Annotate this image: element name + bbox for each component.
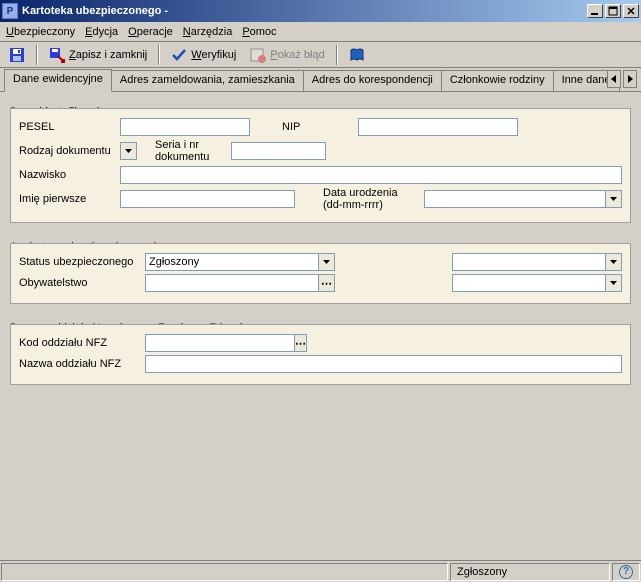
- nazwa-label: Nazwa oddziału NFZ: [19, 358, 139, 370]
- menu-pomoc[interactable]: Pomoc: [242, 26, 276, 38]
- group-atrybuty: Status ubezpieczonego Obywatelstwo ⋯: [10, 243, 631, 304]
- imie-label: Imię pierwsze: [19, 193, 114, 205]
- show-error-button[interactable]: Pokaż błąd: [245, 44, 329, 66]
- tab-label: Adres zameldowania, zamieszkania: [120, 74, 295, 86]
- rodzaj-combo[interactable]: [120, 142, 137, 160]
- title-bar: P Kartoteka ubezpieczonego -: [0, 0, 641, 22]
- chevron-down-icon[interactable]: [605, 253, 622, 271]
- nazwisko-input[interactable]: [120, 166, 622, 184]
- chevron-down-icon[interactable]: [120, 142, 137, 160]
- tab-scroll-left[interactable]: [607, 70, 621, 88]
- statusbar-help[interactable]: ?: [612, 563, 640, 581]
- obyw-lookup[interactable]: ⋯: [145, 274, 335, 292]
- obyw-label: Obywatelstwo: [19, 277, 139, 289]
- status-combo-2[interactable]: [452, 253, 622, 271]
- floppy-icon: [9, 47, 25, 63]
- tab-label: Dane ewidencyjne: [13, 73, 103, 85]
- separator: [158, 45, 160, 65]
- menu-narzedzia[interactable]: Narzędzia: [183, 26, 233, 38]
- check-icon: [171, 47, 187, 63]
- menu-operacje[interactable]: Operacje: [128, 26, 173, 38]
- maximize-button[interactable]: [605, 4, 621, 18]
- chevron-down-icon[interactable]: [605, 190, 622, 208]
- menu-bar: Ubezpieczony Edycja Operacje Narzędzia P…: [0, 22, 641, 42]
- kod-lookup[interactable]: ⋯: [145, 334, 295, 352]
- save-close-button[interactable]: Zapisz i zamknij: [44, 44, 152, 66]
- tab-adres-zameldowania[interactable]: Adres zameldowania, zamieszkania: [111, 70, 304, 91]
- tab-dane-ewidencyjne[interactable]: Dane ewidencyjne: [4, 69, 112, 92]
- pesel-input[interactable]: [120, 118, 250, 136]
- save-close-icon: [49, 47, 65, 63]
- minimize-button[interactable]: [587, 4, 603, 18]
- chevron-down-icon[interactable]: [605, 274, 622, 292]
- obyw-input-2[interactable]: [452, 274, 605, 292]
- data-urodzenia-combo[interactable]: [424, 190, 622, 208]
- tab-label: Członkowie rodziny: [450, 74, 545, 86]
- tab-czlonkowie-rodziny[interactable]: Członkowie rodziny: [441, 70, 554, 91]
- separator: [36, 45, 38, 65]
- nazwisko-label: Nazwisko: [19, 169, 114, 181]
- imie-input[interactable]: [120, 190, 295, 208]
- obyw-combo-2[interactable]: [452, 274, 622, 292]
- verify-button[interactable]: Weryfikuj: [166, 44, 241, 66]
- chevron-down-icon[interactable]: [318, 253, 335, 271]
- save-button[interactable]: [4, 44, 30, 66]
- verify-label: Weryfikuj: [191, 49, 236, 61]
- status-combo[interactable]: [145, 253, 335, 271]
- data-label: Data urodzenia (dd-mm-rrrr): [323, 187, 418, 211]
- menu-ubezpieczony[interactable]: Ubezpieczony: [6, 26, 75, 38]
- tab-adres-korespondencji[interactable]: Adres do korespondencji: [303, 70, 442, 91]
- group-nfz: Kod oddziału NFZ ⋯ Nazwa oddziału NFZ: [10, 324, 631, 385]
- nip-label: NIP: [282, 121, 352, 133]
- nip-input[interactable]: [358, 118, 518, 136]
- window-title: Kartoteka ubezpieczonego -: [22, 5, 587, 17]
- separator: [336, 45, 338, 65]
- status-input[interactable]: [145, 253, 318, 271]
- status-bar: Zgłoszony ?: [0, 560, 641, 582]
- status-label: Status ubezpieczonego: [19, 256, 139, 268]
- tab-scroll-right[interactable]: [623, 70, 637, 88]
- ellipsis-icon[interactable]: ⋯: [294, 334, 307, 352]
- help-icon: ?: [619, 565, 633, 579]
- show-error-label: Pokaż błąd: [270, 49, 324, 61]
- tab-label: Inne dane: [562, 74, 611, 86]
- pesel-label: PESEL: [19, 121, 114, 133]
- group-dane-identyfikacyjne: PESEL NIP Rodzaj dokumentu Seria i nr do…: [10, 108, 631, 223]
- rodzaj-label: Rodzaj dokumentu: [19, 145, 114, 157]
- status-input-2[interactable]: [452, 253, 605, 271]
- seria-label: Seria i nr dokumentu: [155, 139, 225, 163]
- tab-label: Adres do korespondencji: [312, 74, 433, 86]
- save-close-label: Zapisz i zamknij: [69, 49, 147, 61]
- ellipsis-icon[interactable]: ⋯: [318, 274, 335, 292]
- data-urodzenia-input[interactable]: [424, 190, 605, 208]
- kod-label: Kod oddziału NFZ: [19, 337, 139, 349]
- help-button[interactable]: [344, 44, 370, 66]
- tab-bar: Dane ewidencyjne Adres zameldowania, zam…: [0, 68, 641, 92]
- error-list-icon: [250, 47, 266, 63]
- tab-content: Dane identyfikacyjne PESEL NIP Rodzaj do…: [0, 92, 641, 558]
- toolbar: Zapisz i zamknij Weryfikuj Pokaż błąd: [0, 42, 641, 68]
- app-icon: P: [2, 3, 18, 19]
- book-icon: [349, 47, 365, 63]
- statusbar-status: Zgłoszony: [450, 563, 610, 581]
- close-button[interactable]: [623, 4, 639, 18]
- kod-input[interactable]: [145, 334, 295, 352]
- menu-edycja[interactable]: Edycja: [85, 26, 118, 38]
- nazwa-input[interactable]: [145, 355, 622, 373]
- seria-input[interactable]: [231, 142, 326, 160]
- statusbar-main: [1, 563, 448, 581]
- obyw-input[interactable]: [145, 274, 319, 292]
